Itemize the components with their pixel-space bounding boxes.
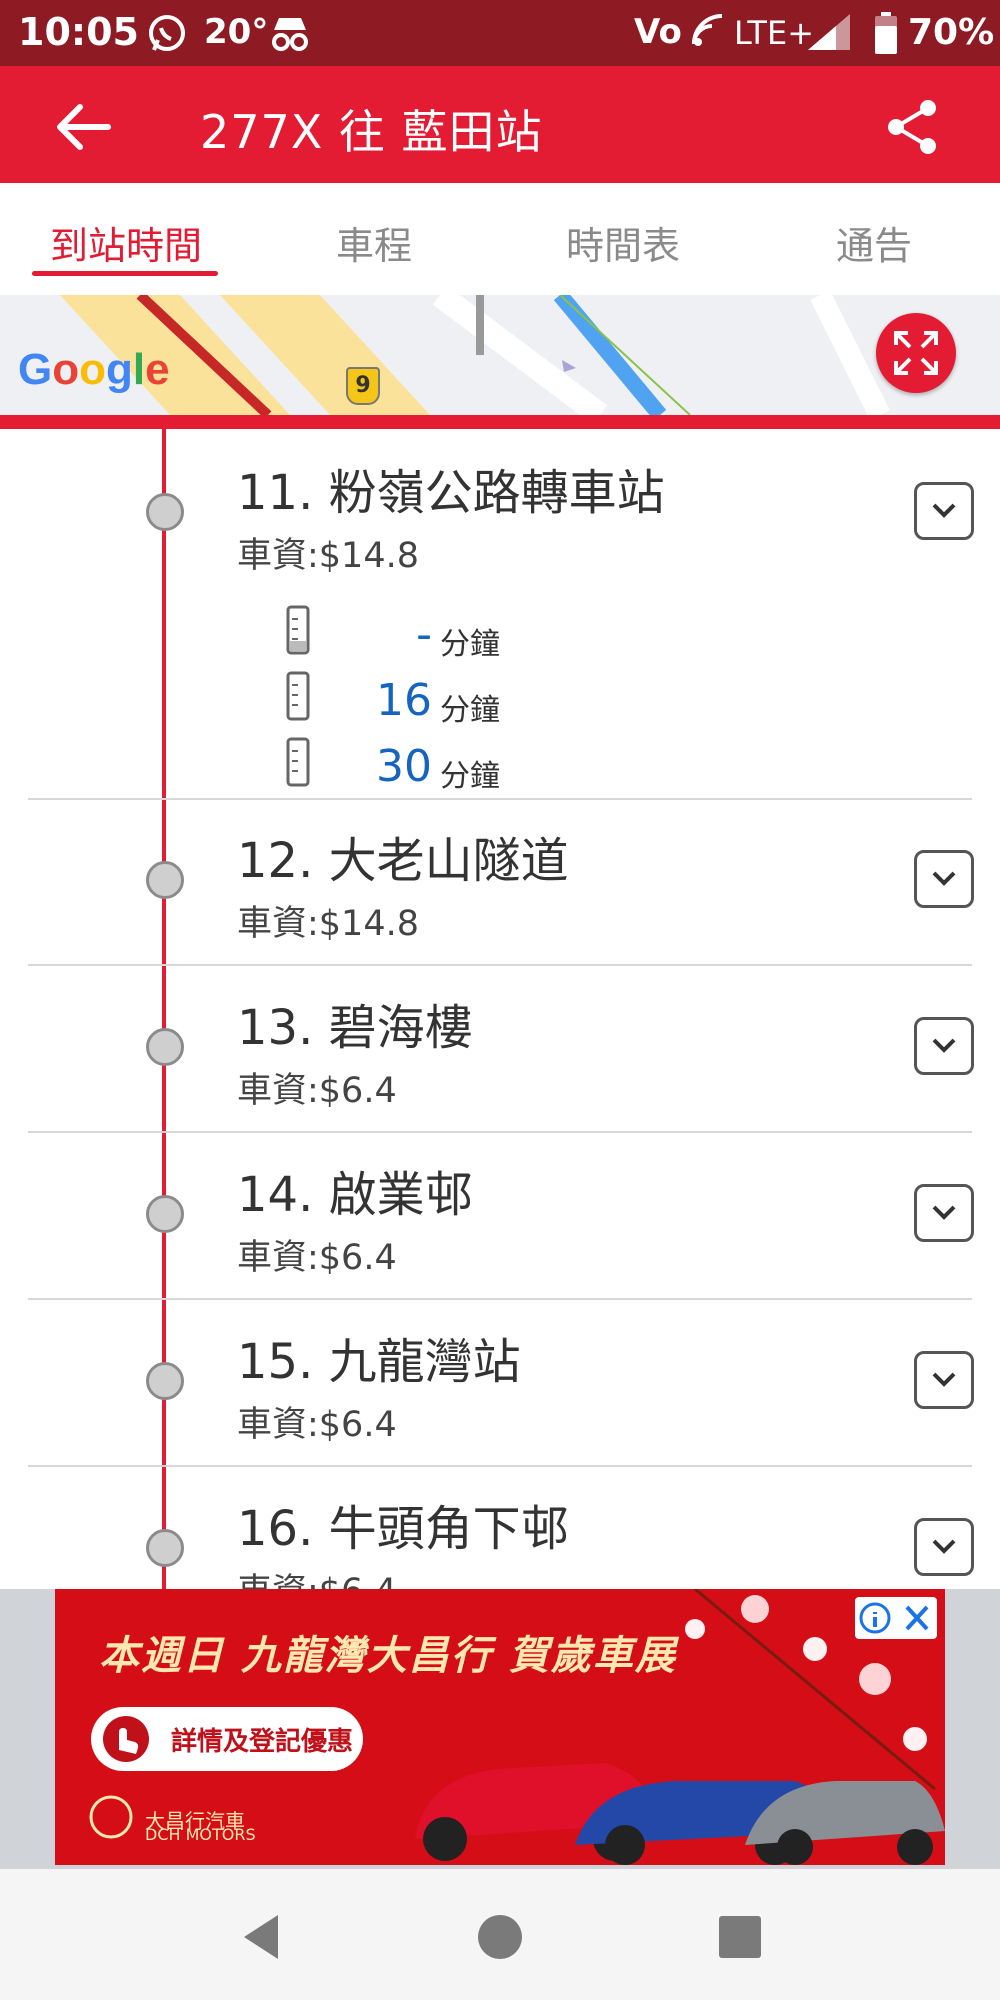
tab-notices[interactable]: 通告 bbox=[836, 215, 912, 270]
stop-name: 16. 牛頭角下邨 bbox=[237, 1501, 569, 1557]
stop-fare: 車資:$6.4 bbox=[237, 1405, 397, 1445]
stop-fare: 車資:$14.8 bbox=[237, 536, 419, 576]
chevron-down-icon bbox=[932, 1038, 956, 1053]
stop-fare: 車資:$6.4 bbox=[237, 1238, 397, 1278]
expand-arrows-icon bbox=[894, 331, 938, 375]
hand-pointer-icon bbox=[103, 1716, 149, 1762]
nav-recents-button[interactable] bbox=[710, 1907, 770, 1967]
stop-marker bbox=[146, 1529, 184, 1567]
route-map[interactable]: 9 Google bbox=[0, 295, 1000, 415]
share-icon bbox=[888, 100, 936, 154]
ad-cta-button[interactable]: 詳情及登記優惠 bbox=[91, 1707, 363, 1771]
stop-marker bbox=[146, 493, 184, 531]
expand-button[interactable] bbox=[914, 850, 974, 908]
ad-choices[interactable] bbox=[855, 1597, 937, 1639]
bus-capacity-icon bbox=[286, 671, 310, 721]
list-item[interactable]: 13. 碧海樓 車資:$6.4 bbox=[0, 966, 1000, 1133]
page-title: 277X 往 藍田站 bbox=[200, 105, 543, 159]
ad-info-close-icon bbox=[859, 1602, 929, 1634]
stop-name: 13. 碧海樓 bbox=[237, 1000, 473, 1056]
list-item[interactable]: 11. 粉嶺公路轉車站 車資:$14.8 - 分鐘 16 分鐘 30 分鐘 bbox=[0, 429, 1000, 800]
stop-marker bbox=[146, 861, 184, 899]
arrow-left-icon bbox=[57, 104, 111, 150]
eta-unit: 分鐘 bbox=[440, 627, 500, 662]
eta-minutes: 30 bbox=[376, 741, 432, 792]
nav-home-button[interactable] bbox=[470, 1907, 530, 1967]
ad-banner[interactable]: 本週日 九龍灣大昌行 賀歲車展 詳情及登記優惠 大昌行汽車 DCH MOTORS bbox=[55, 1589, 945, 1865]
eta-unit: 分鐘 bbox=[440, 759, 500, 794]
list-item[interactable]: 16. 牛頭角下邨 車資:$6.4 bbox=[0, 1467, 1000, 1589]
chevron-down-icon bbox=[932, 1539, 956, 1554]
list-item[interactable]: 15. 九龍灣站 車資:$6.4 bbox=[0, 1300, 1000, 1467]
expand-button[interactable] bbox=[914, 1017, 974, 1075]
circle-home-icon bbox=[478, 1915, 522, 1959]
stop-list[interactable]: 11. 粉嶺公路轉車站 車資:$14.8 - 分鐘 16 分鐘 30 分鐘 12… bbox=[0, 429, 1000, 1589]
battery-icon bbox=[874, 12, 898, 58]
stop-fare: 車資:$14.8 bbox=[237, 904, 419, 944]
system-nav-bar bbox=[0, 1869, 1000, 2000]
expand-button[interactable] bbox=[914, 1351, 974, 1409]
eta-unit: 分鐘 bbox=[440, 693, 500, 728]
incognito-icon bbox=[268, 12, 312, 58]
map-provider-logo: Google bbox=[18, 345, 170, 394]
ad-brand-en: DCH MOTORS bbox=[145, 1825, 256, 1844]
nav-back-button[interactable] bbox=[230, 1907, 290, 1967]
road-marker: 9 bbox=[346, 367, 380, 405]
eta-minutes: - bbox=[416, 609, 432, 660]
ad-container: 本週日 九龍灣大昌行 賀歲車展 詳情及登記優惠 大昌行汽車 DCH MOTORS bbox=[0, 1589, 1000, 1869]
bus-capacity-icon bbox=[286, 605, 310, 655]
chevron-down-icon bbox=[932, 1205, 956, 1220]
stop-marker bbox=[146, 1028, 184, 1066]
tab-arrival-time[interactable]: 到站時間 bbox=[50, 215, 202, 270]
ad-headline: 本週日 九龍灣大昌行 賀歲車展 bbox=[99, 1633, 677, 1679]
status-time: 10:05 bbox=[18, 10, 139, 54]
stop-fare: 車資:$6.4 bbox=[237, 1563, 397, 1589]
list-item[interactable]: 14. 啟業邨 車資:$6.4 bbox=[0, 1133, 1000, 1300]
stop-marker bbox=[146, 1362, 184, 1400]
chevron-down-icon bbox=[932, 503, 956, 518]
stop-name: 12. 大老山隧道 bbox=[237, 833, 569, 889]
eta-row: - 分鐘 bbox=[280, 605, 580, 665]
tab-journey[interactable]: 車程 bbox=[336, 215, 412, 270]
eta-row: 30 分鐘 bbox=[280, 737, 580, 797]
signal-icon bbox=[806, 12, 854, 56]
stop-fare: 車資:$6.4 bbox=[237, 1071, 397, 1111]
stop-name: 14. 啟業邨 bbox=[237, 1167, 473, 1223]
stop-marker bbox=[146, 1195, 184, 1233]
chevron-down-icon bbox=[932, 871, 956, 886]
tab-bar: 到站時間 車程 時間表 通告 bbox=[0, 183, 1000, 295]
expand-map-button[interactable] bbox=[876, 313, 956, 393]
collapse-button[interactable] bbox=[914, 482, 974, 540]
stop-name: 11. 粉嶺公路轉車站 bbox=[237, 465, 665, 521]
tab-timetable[interactable]: 時間表 bbox=[566, 215, 680, 270]
whatsapp-icon bbox=[146, 12, 188, 58]
back-button[interactable] bbox=[48, 92, 118, 162]
lte-indicator: LTE+ bbox=[734, 14, 814, 52]
active-tab-indicator bbox=[32, 271, 218, 276]
square-recents-icon bbox=[719, 1916, 761, 1958]
triangle-back-icon bbox=[244, 1915, 278, 1959]
wifi-calling-icon bbox=[690, 12, 730, 56]
status-bar: 10:05 20° Vo LTE+ 70% bbox=[0, 0, 1000, 66]
volte-indicator: Vo bbox=[634, 12, 682, 52]
chevron-down-icon bbox=[932, 1372, 956, 1387]
app-bar: 277X 往 藍田站 bbox=[0, 66, 1000, 183]
ad-cta-label: 詳情及登記優惠 bbox=[171, 1727, 354, 1757]
list-item[interactable]: 12. 大老山隧道 車資:$14.8 bbox=[0, 799, 1000, 966]
status-temperature: 20° bbox=[204, 12, 269, 52]
map-divider bbox=[0, 415, 1000, 429]
bus-capacity-icon bbox=[286, 737, 310, 787]
expand-button[interactable] bbox=[914, 1184, 974, 1242]
expand-button[interactable] bbox=[914, 1518, 974, 1576]
share-button[interactable] bbox=[880, 94, 946, 160]
battery-percentage: 70% bbox=[908, 12, 995, 53]
eta-minutes: 16 bbox=[376, 675, 432, 726]
stop-name: 15. 九龍灣站 bbox=[237, 1334, 521, 1390]
eta-row: 16 分鐘 bbox=[280, 671, 580, 731]
